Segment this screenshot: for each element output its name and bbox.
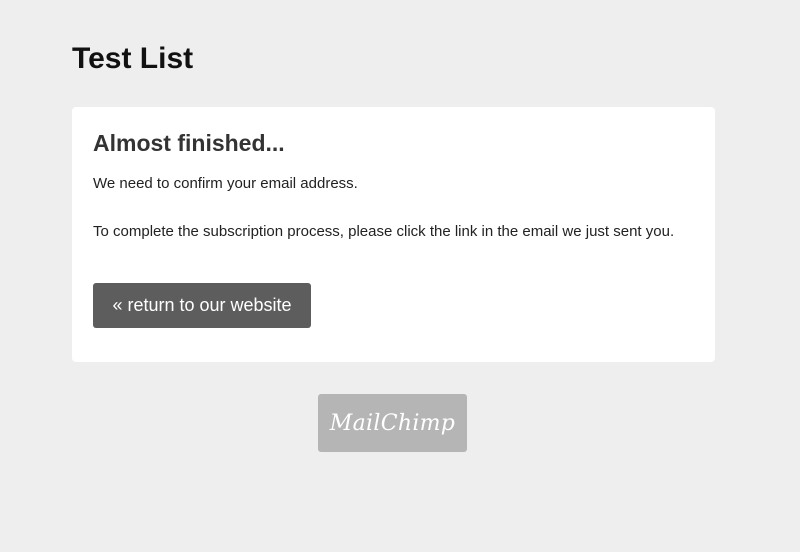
mailchimp-logo: MailChimp xyxy=(329,410,456,436)
card-heading: Almost finished... xyxy=(93,130,285,156)
page: Test List Almost finished... We need to … xyxy=(0,0,800,552)
list-title: Test List xyxy=(72,42,194,75)
confirm-message: We need to confirm your email address. xyxy=(93,175,358,192)
return-to-website-button[interactable]: « return to our website xyxy=(93,283,311,328)
confirmation-card: Almost finished... We need to confirm yo… xyxy=(72,107,715,362)
instructions-message: To complete the subscription process, pl… xyxy=(93,223,675,240)
mailchimp-badge[interactable]: MailChimp xyxy=(318,394,467,452)
